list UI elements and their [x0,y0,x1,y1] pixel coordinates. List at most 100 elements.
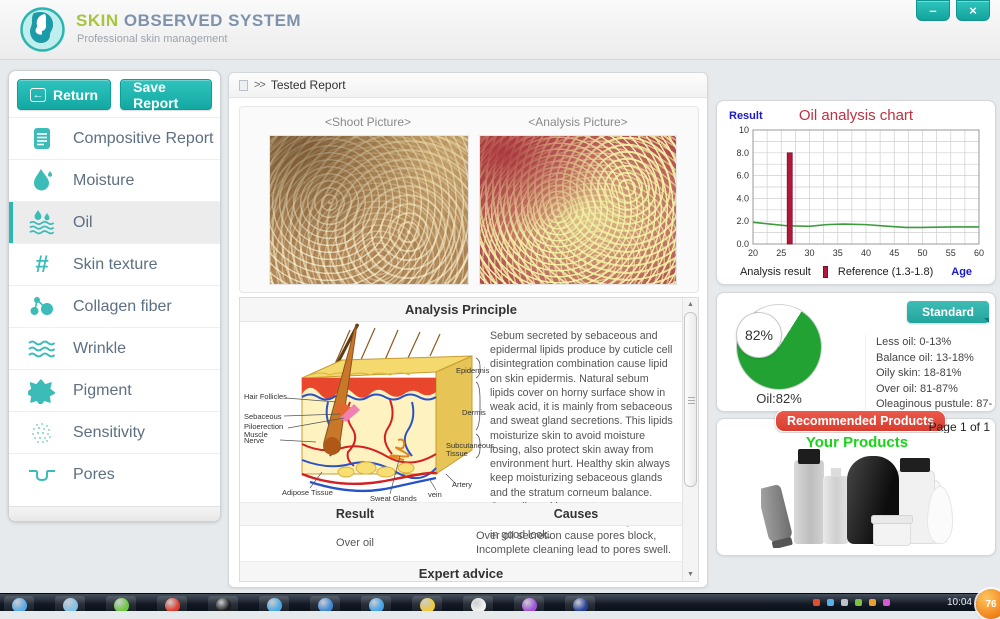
sidebar-item-label: Sensitivity [73,424,145,442]
droplet-icon [26,166,58,196]
svg-text:6.0: 6.0 [736,171,749,181]
sidebar-item-label: Oil [73,214,93,232]
taskbar-black-app-icon-glyph [216,598,231,611]
table-row: Over oil Over oil secretion cause pores … [240,526,682,562]
standard-item: Less oil: 0-13% [876,335,995,351]
dots-cluster-icon [26,418,58,448]
pore-u-icon [26,460,58,490]
legend-analysis-label: Analysis result [740,266,811,278]
tab-tested-report[interactable]: Tested Report [271,78,346,92]
taskbar-yellow-app-icon[interactable] [412,596,442,611]
analysis-principle-text: Sebum secreted by sebaceous and epiderma… [490,322,682,502]
tray-volume-icon[interactable] [841,599,848,606]
sidebar-item-sensitivity[interactable]: Sensitivity [9,411,220,453]
svg-text:30: 30 [804,248,814,258]
taskbar-navy-app-icon-glyph [573,598,588,611]
performance-meter-badge[interactable]: 76 [976,589,1000,619]
sidebar-item-compositive-report[interactable]: Compositive Report [9,117,220,159]
tray-network-icon[interactable] [827,599,834,606]
app-header: SKIN OBSERVED SYSTEM Professional skin m… [0,0,1000,60]
taskbar-blue-swoosh-icon[interactable] [361,596,391,611]
product-tube [761,484,793,544]
standard-item: Over oil: 81-87% [876,382,995,398]
sidebar-item-wrinkle[interactable]: Wrinkle [9,327,220,369]
expert-advice-title: Expert advice [240,562,682,581]
taskbar-navy-app-icon[interactable] [565,596,595,611]
legend-reference-label: Reference (1.3-1.8) [838,266,933,278]
sidebar-item-moisture[interactable]: Moisture [9,159,220,201]
oil-analysis-chart: 0.02.04.06.08.010202530354045505560 [725,126,989,260]
diagram-label-nerve: Nerve [244,436,264,445]
taskbar: 10:04 [0,593,1000,611]
taskbar-document-app-icon[interactable] [463,596,493,611]
tray-orange-icon[interactable] [869,599,876,606]
scroll-down-arrow[interactable]: ▼ [683,571,698,578]
diagram-label-artery: Artery [452,480,472,489]
taskbar-purple-app-icon[interactable] [514,596,544,611]
taskbar-black-app-icon[interactable] [208,596,238,611]
sidebar: ← Return Save Report Compositive Report … [8,70,221,522]
product-bottle [794,460,824,544]
svg-text:2.0: 2.0 [736,216,749,226]
scroll-up-arrow[interactable]: ▲ [683,301,698,308]
taskbar-start-orb[interactable] [4,596,34,611]
svg-text:25: 25 [776,248,786,258]
taskbar-document-app-icon-glyph [471,598,486,611]
chart-legend: Analysis result Reference (1.3-1.8) Age [717,266,995,278]
brand-secondary: OBSERVED SYSTEM [124,11,301,30]
taskbar-chat-app-icon[interactable] [259,596,289,611]
sidebar-item-label: Skin texture [73,256,157,274]
sidebar-item-oil[interactable]: Oil [9,201,220,243]
tray-green-icon[interactable] [855,599,862,606]
report-icon [26,124,58,154]
minimize-button[interactable]: – [916,0,950,21]
taskbar-green-app-icon[interactable] [106,596,136,611]
taskbar-red-app-icon[interactable] [157,596,187,611]
tray-flag-icon[interactable] [813,599,820,606]
sidebar-item-label: Pigment [73,382,132,400]
diagram-label-sweat-glands: Sweat Glands [370,494,417,503]
pictures-card: <Shoot Picture> <Analysis Picture> [239,106,699,293]
tray-pink-icon[interactable] [883,599,890,606]
sidebar-item-label: Collagen fiber [73,298,172,316]
sidebar-item-label: Compositive Report [73,130,214,148]
sidebar-item-collagen-fiber[interactable]: Collagen fiber [9,285,220,327]
sidebar-item-pigment[interactable]: Pigment [9,369,220,411]
diagram-label-epidermis: Epidermis [456,366,489,375]
products-image: Your Products [761,433,953,548]
donut-center-value: 82% [737,313,781,357]
return-button[interactable]: ← Return [17,79,111,110]
svg-text:40: 40 [861,248,871,258]
scrollbar-thumb[interactable] [684,312,697,487]
legend-analysis-swatch [823,266,828,278]
donut-caption: Oil:82% [725,391,833,406]
taskbar-clock[interactable]: 10:04 [947,597,972,608]
save-report-button[interactable]: Save Report [120,79,212,110]
page-icon [239,80,248,91]
molecule-icon [26,292,58,322]
taskbar-chat-app-icon-glyph [267,598,282,611]
sidebar-item-pores[interactable]: Pores [9,453,220,495]
taskbar-purple-app-icon-glyph [522,598,537,611]
taskbar-qq-app-icon[interactable] [310,596,340,611]
oil-analysis-chart-card: Result Oil analysis chart 0.02.04.06.08.… [716,100,996,285]
splat-icon [26,376,58,406]
return-arrow-icon: ← [30,88,46,102]
brand-primary: SKIN [76,11,119,30]
diagram-label-dermis: Dermis [462,408,486,417]
standard-item: Oily skin: 18-81% [876,366,995,382]
main-panel: >> Tested Report <Shoot Picture> <Analys… [228,72,708,588]
taskbar-red-app-icon-glyph [165,598,180,611]
recommended-products-badge: Recommended Products [775,410,946,432]
close-button[interactable]: × [956,0,990,21]
vertical-scrollbar[interactable]: ▲ ▼ [682,298,698,581]
taskbar-browser-icon[interactable] [55,596,85,611]
recommended-products-card: Recommended Products Page 1 of 1 Your Pr… [716,418,996,556]
scrollbar-grip [688,397,695,404]
taskbar-start-orb-glyph [12,598,27,611]
analysis-principle-title: Analysis Principle [240,298,682,322]
sidebar-item-skin-texture[interactable]: # Skin texture [9,243,220,285]
taskbar-qq-app-icon-glyph [318,598,333,611]
chart-x-axis-label: Age [951,266,972,278]
skin-diagram: Hair Follicles Sebaceous Piloerection Mu… [240,322,490,502]
